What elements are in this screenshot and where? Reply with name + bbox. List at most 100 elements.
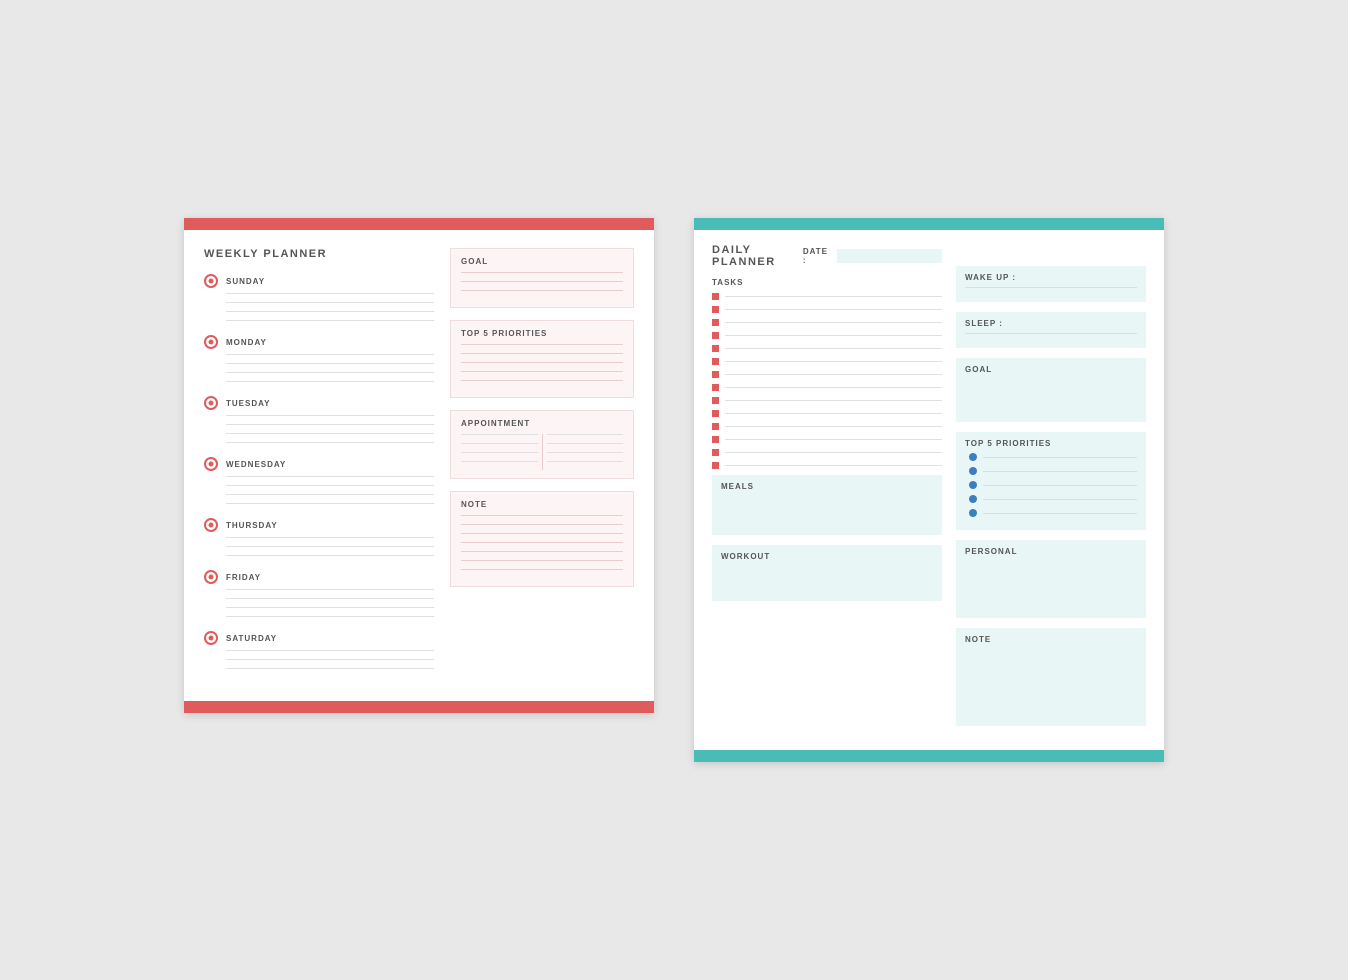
task-square-10 [712,410,719,417]
wednesday-circle [204,457,218,471]
day-sunday: SUNDAY [204,274,434,321]
weekly-priorities-section: TOP 5 PRIORITIES [450,320,634,398]
weekly-bottom-bar [184,701,654,713]
task-item-9 [712,397,942,404]
sleep-section: SLEEP : [956,312,1146,348]
personal-label: PERSONAL [965,547,1137,556]
task-square-1 [712,293,719,300]
wake-up-label: WAKE UP : [965,273,1137,282]
personal-section: PERSONAL [956,540,1146,618]
meals-content [721,496,933,524]
sunday-lines [226,293,434,321]
task-square-6 [712,358,719,365]
daily-planner: DAILY PLANNER DATE : TASKS [694,218,1164,762]
tuesday-lines [226,415,434,443]
daily-header-row: DAILY PLANNER DATE : [712,244,942,268]
daily-goal-section: GOAL [956,358,1146,422]
task-item-13 [712,449,942,456]
weekly-appointment-label: APPOINTMENT [461,419,623,428]
daily-goal-label: GOAL [965,365,1137,374]
friday-label: FRIDAY [226,573,261,582]
tasks-label: TASKS [712,278,942,287]
daily-note-section: NOTE [956,628,1146,726]
task-square-9 [712,397,719,404]
tuesday-label: TUESDAY [226,399,271,408]
date-field[interactable] [837,249,942,263]
daily-note-label: NOTE [965,635,1137,644]
task-square-13 [712,449,719,456]
priority-2 [969,467,1137,475]
weekly-priorities-label: TOP 5 PRIORITIES [461,329,623,338]
sleep-label: SLEEP : [965,319,1137,328]
task-square-5 [712,345,719,352]
priority-5 [969,509,1137,517]
task-item-4 [712,332,942,339]
task-item-10 [712,410,942,417]
thursday-circle [204,518,218,532]
date-box: DATE : [803,247,942,265]
wake-up-section: WAKE UP : [956,266,1146,302]
priorities-list [965,453,1137,517]
saturday-lines [226,650,434,669]
weekly-right-column: GOAL TOP 5 PRIORITIES APPOINTMENT [450,248,634,683]
daily-priorities-label: TOP 5 PRIORITIES [965,439,1137,448]
task-square-12 [712,436,719,443]
priority-dot-1 [969,453,977,461]
task-item-12 [712,436,942,443]
meals-section: MEALS [712,475,942,535]
day-tuesday: TUESDAY [204,396,434,443]
weekly-left-column: WEEKLY PLANNER SUNDAY MONDAY [204,248,434,683]
task-square-7 [712,371,719,378]
daily-bottom-bar [694,750,1164,762]
priority-dot-4 [969,495,977,503]
thursday-lines [226,537,434,556]
task-item-5 [712,345,942,352]
daily-top-bar [694,218,1164,230]
monday-label: MONDAY [226,338,267,347]
daily-right-column: WAKE UP : SLEEP : GOAL TOP 5 PRIORITIES [956,244,1146,736]
weekly-note-section: NOTE [450,491,634,587]
friday-lines [226,589,434,617]
day-saturday: SATURDAY [204,631,434,669]
weekly-appointment-section: APPOINTMENT [450,410,634,479]
weekly-goal-label: GOAL [461,257,623,266]
task-square-14 [712,462,719,469]
task-item-1 [712,293,942,300]
thursday-label: THURSDAY [226,521,278,530]
date-label: DATE : [803,247,834,265]
meals-label: MEALS [721,482,933,491]
tuesday-circle [204,396,218,410]
weekly-top-bar [184,218,654,230]
workout-section: WORKOUT [712,545,942,601]
monday-circle [204,335,218,349]
task-square-8 [712,384,719,391]
task-item-6 [712,358,942,365]
priority-3 [969,481,1137,489]
workout-content [721,566,933,594]
saturday-label: SATURDAY [226,634,277,643]
priority-dot-3 [969,481,977,489]
task-square-3 [712,319,719,326]
weekly-planner: WEEKLY PLANNER SUNDAY MONDAY [184,218,654,713]
task-item-14 [712,462,942,469]
daily-left-column: DAILY PLANNER DATE : TASKS [712,244,942,736]
friday-circle [204,570,218,584]
day-wednesday: WEDNESDAY [204,457,434,504]
task-item-2 [712,306,942,313]
saturday-circle [204,631,218,645]
priority-dot-5 [969,509,977,517]
priority-4 [969,495,1137,503]
daily-priorities-section: TOP 5 PRIORITIES [956,432,1146,530]
wednesday-lines [226,476,434,504]
weekly-note-label: NOTE [461,500,623,509]
task-square-11 [712,423,719,430]
sunday-label: SUNDAY [226,277,265,286]
task-square-4 [712,332,719,339]
daily-title: DAILY PLANNER [712,244,803,268]
weekly-goal-section: GOAL [450,248,634,308]
task-item-8 [712,384,942,391]
task-item-11 [712,423,942,430]
weekly-title: WEEKLY PLANNER [204,248,434,260]
workout-label: WORKOUT [721,552,933,561]
monday-lines [226,354,434,382]
